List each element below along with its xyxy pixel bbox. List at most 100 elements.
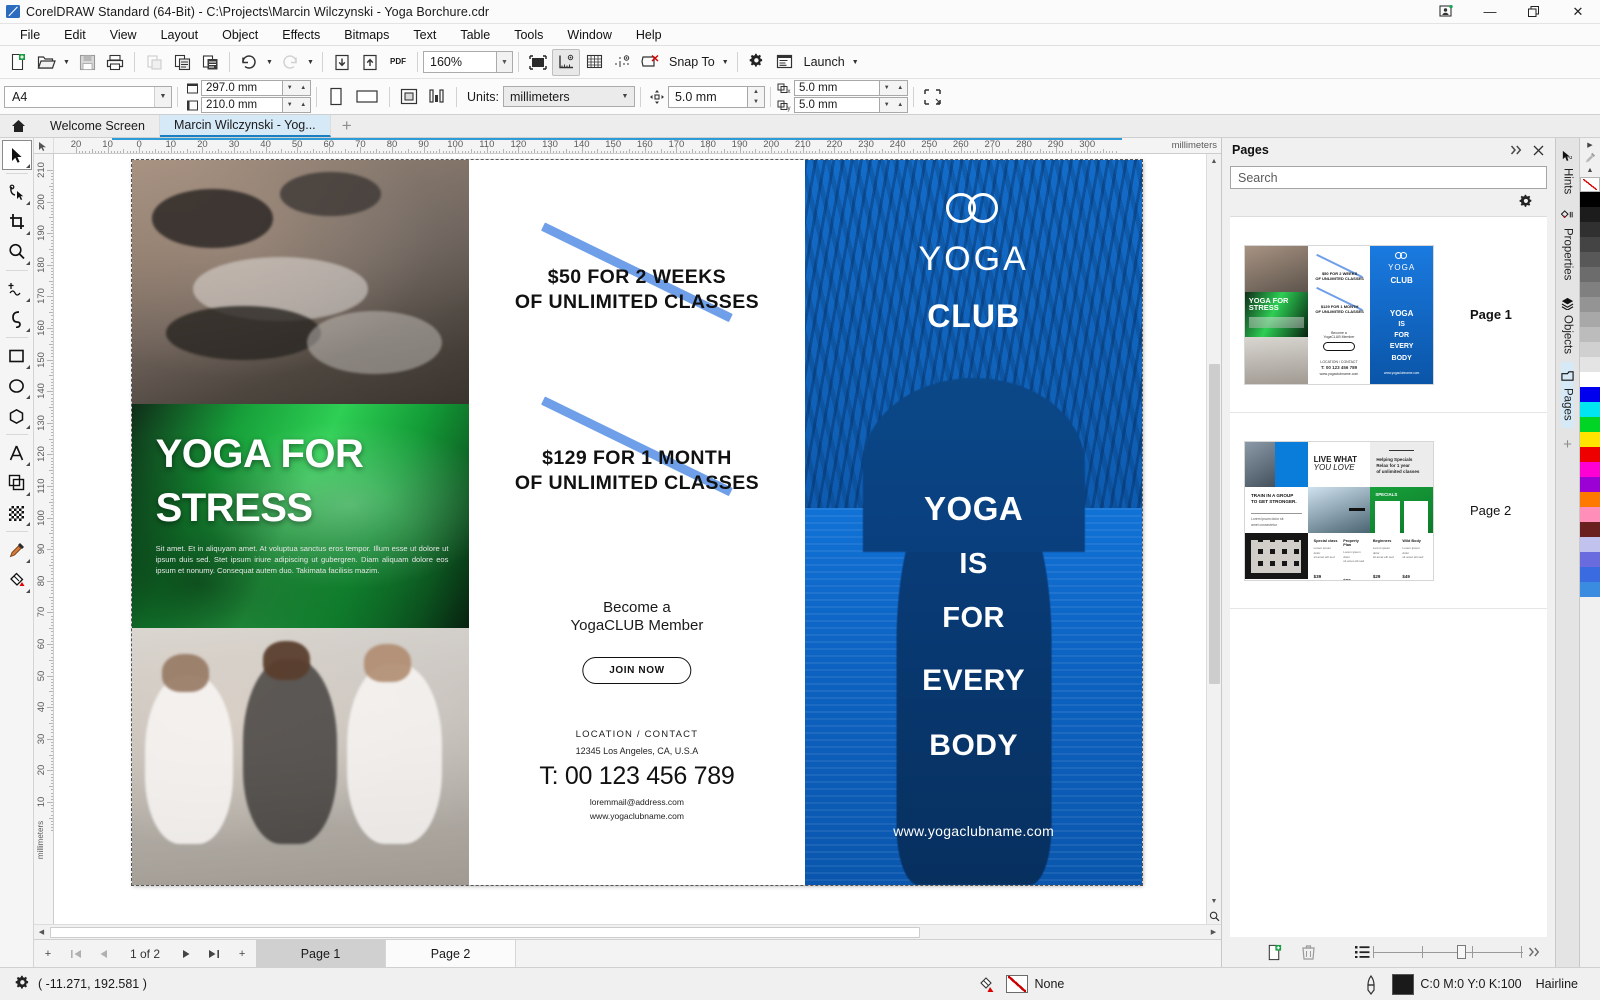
- menu-help[interactable]: Help: [624, 26, 674, 44]
- canvas-vertical-scrollbar[interactable]: ▲ ▼: [1206, 154, 1221, 924]
- redo-dropdown-caret-icon[interactable]: ▼: [304, 49, 317, 76]
- scroll-thumb-vertical[interactable]: [1209, 364, 1220, 684]
- artboard-page-1[interactable]: YOGA FOR STRESS Sit amet. Et in aliquyam…: [132, 160, 1142, 885]
- undo-icon[interactable]: [235, 49, 263, 76]
- menu-window[interactable]: Window: [555, 26, 623, 44]
- status-settings-gear-icon[interactable]: [8, 975, 38, 993]
- palette-swatch[interactable]: [1580, 552, 1600, 567]
- crop-tool[interactable]: [2, 207, 32, 237]
- trash-icon[interactable]: [1298, 941, 1320, 963]
- page-tab-page-1[interactable]: Page 1: [256, 940, 386, 967]
- tab-document[interactable]: Marcin Wilczynski - Yog...: [160, 115, 331, 137]
- palette-swatch[interactable]: [1580, 507, 1600, 522]
- shape-tool[interactable]: [2, 177, 32, 207]
- units-caret-icon[interactable]: ▼: [616, 93, 634, 100]
- palette-swatch[interactable]: [1580, 537, 1600, 552]
- next-page-button[interactable]: [172, 940, 200, 967]
- rectangle-tool[interactable]: [2, 341, 32, 371]
- show-grid-icon[interactable]: [580, 49, 608, 76]
- palette-swatch[interactable]: [1580, 327, 1600, 342]
- palette-swatch[interactable]: [1580, 567, 1600, 582]
- print-icon[interactable]: [101, 49, 129, 76]
- brochure-left-panel[interactable]: YOGA FOR STRESS Sit amet. Et in aliquyam…: [132, 160, 469, 885]
- brochure-right-panel[interactable]: YOGA CLUB YOGA IS FOR EVERY BODY www.yog…: [805, 160, 1142, 885]
- minimize-button[interactable]: —: [1468, 0, 1512, 24]
- palette-swatch[interactable]: [1580, 432, 1600, 447]
- palette-swatch[interactable]: [1580, 222, 1600, 237]
- polygon-tool[interactable]: [2, 401, 32, 431]
- full-screen-preview-icon[interactable]: [524, 49, 552, 76]
- page-thumbnail-1[interactable]: YOGA FORSTRESS $50 FOR 2 WEEKSOF UNLIMIT…: [1244, 245, 1434, 385]
- snap-to-label[interactable]: Snap To: [664, 55, 719, 69]
- parallel-dimension-tool[interactable]: [2, 468, 32, 498]
- zoom-to-fit-icon[interactable]: [1207, 909, 1221, 924]
- menu-layout[interactable]: Layout: [149, 26, 211, 44]
- open-icon[interactable]: [32, 49, 60, 76]
- clear-transformations-icon[interactable]: [636, 49, 664, 76]
- landscape-orientation-icon[interactable]: [350, 83, 384, 110]
- launch-icon[interactable]: [771, 49, 799, 76]
- palette-no-color-swatch[interactable]: [1580, 177, 1600, 192]
- menu-text[interactable]: Text: [401, 26, 448, 44]
- tab-welcome-screen[interactable]: Welcome Screen: [36, 115, 160, 137]
- page-height-spinner[interactable]: ▼▲: [283, 97, 311, 113]
- zoom-slider-thumb[interactable]: [1457, 945, 1466, 959]
- fill-none-swatch[interactable]: [1006, 975, 1028, 993]
- canvas-horizontal-scrollbar[interactable]: ◀ ▶: [34, 924, 1221, 939]
- menu-view[interactable]: View: [98, 26, 149, 44]
- ellipse-tool[interactable]: [2, 371, 32, 401]
- home-icon[interactable]: [0, 115, 36, 137]
- palette-swatch[interactable]: [1580, 252, 1600, 267]
- current-page-icon[interactable]: [423, 83, 451, 110]
- palette-swatch[interactable]: [1580, 192, 1600, 207]
- palette-swatch[interactable]: [1580, 282, 1600, 297]
- scroll-right-button[interactable]: ▶: [1206, 925, 1221, 940]
- paste-icon[interactable]: [196, 49, 224, 76]
- page-size-select[interactable]: A4 ▼: [4, 86, 172, 108]
- new-document-icon[interactable]: [4, 49, 32, 76]
- palette-swatch[interactable]: [1580, 207, 1600, 222]
- export-pdf-icon[interactable]: PDF: [384, 49, 412, 76]
- palette-swatch[interactable]: [1580, 267, 1600, 282]
- palette-swatch[interactable]: [1580, 447, 1600, 462]
- fill-status[interactable]: None: [978, 975, 1064, 993]
- freehand-tool[interactable]: [2, 274, 32, 304]
- palette-swatch[interactable]: [1580, 417, 1600, 432]
- duplicate-y-input[interactable]: 5.0 mm: [794, 97, 880, 113]
- copy-icon[interactable]: [168, 49, 196, 76]
- scroll-down-button[interactable]: ▼: [1207, 894, 1221, 909]
- menu-effects[interactable]: Effects: [270, 26, 332, 44]
- show-guides-icon[interactable]: [608, 49, 636, 76]
- duplicate-y-spinner[interactable]: ▼▲: [880, 97, 908, 113]
- menu-file[interactable]: File: [8, 26, 52, 44]
- page-height-input[interactable]: 210.0 mm: [201, 97, 283, 113]
- treat-as-filled-icon[interactable]: [919, 83, 947, 110]
- scroll-thumb-horizontal[interactable]: [50, 927, 920, 938]
- rail-add-docker-button[interactable]: +: [1563, 436, 1572, 453]
- first-page-button[interactable]: [62, 940, 90, 967]
- transparency-tool[interactable]: [2, 498, 32, 528]
- palette-swatch[interactable]: [1580, 297, 1600, 312]
- page-size-caret-icon[interactable]: ▼: [154, 87, 171, 107]
- horizontal-ruler[interactable]: millimeters 2010010203040506070809010011…: [34, 138, 1221, 154]
- show-rulers-icon[interactable]: [552, 49, 580, 76]
- palette-swatch-list[interactable]: [1580, 192, 1600, 597]
- palette-eyedropper-icon[interactable]: [1580, 151, 1600, 164]
- pages-thumbnail-list[interactable]: YOGA FORSTRESS $50 FOR 2 WEEKSOF UNLIMIT…: [1230, 217, 1547, 937]
- zoom-tool[interactable]: [2, 237, 32, 267]
- text-tool[interactable]: [2, 438, 32, 468]
- rail-item-pages[interactable]: Pages: [1561, 362, 1574, 429]
- add-page-after-button[interactable]: +: [228, 940, 256, 967]
- ruler-origin-icon[interactable]: [34, 138, 54, 154]
- launch-label[interactable]: Launch: [799, 55, 849, 69]
- restore-button[interactable]: [1512, 0, 1556, 24]
- last-page-button[interactable]: [200, 940, 228, 967]
- account-icon[interactable]: [1424, 0, 1468, 24]
- palette-swatch[interactable]: [1580, 522, 1600, 537]
- menu-bitmaps[interactable]: Bitmaps: [332, 26, 401, 44]
- all-pages-icon[interactable]: [395, 83, 423, 110]
- new-tab-button[interactable]: +: [331, 115, 363, 137]
- page-tab-page-2[interactable]: Page 2: [386, 940, 516, 967]
- export-icon[interactable]: [356, 49, 384, 76]
- open-dropdown-caret-icon[interactable]: ▼: [60, 49, 73, 76]
